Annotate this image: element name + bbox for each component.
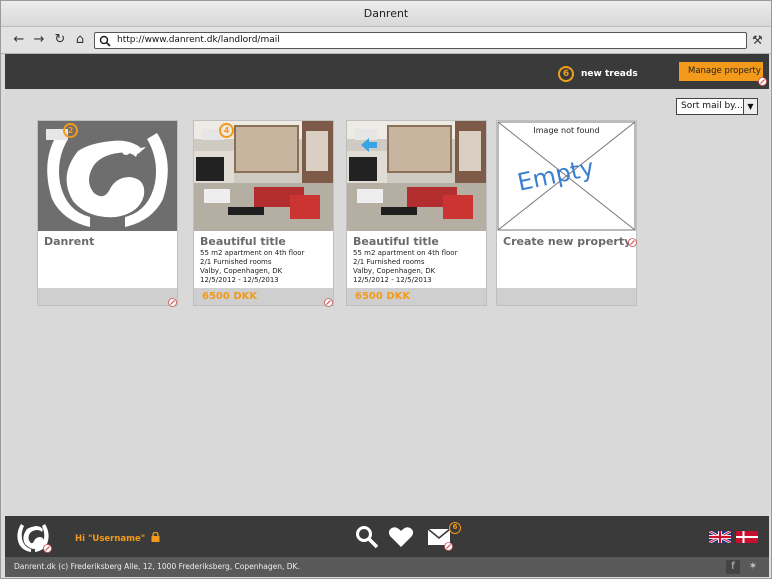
chevron-down-icon: ▼ (743, 99, 757, 114)
mail-content-area: Sort mail by... ▼ 2 Danrent 4 Beautiful … (5, 89, 769, 516)
link-annotation-icon (168, 298, 177, 307)
home-icon[interactable]: ⌂ (72, 32, 88, 48)
browser-window: Danrent ← → ↻ ⌂ http://www.danrent.dk/la… (0, 0, 772, 579)
card-title: Beautiful title (200, 235, 286, 248)
back-icon[interactable]: ← (11, 32, 27, 48)
footer: Danrent.dk (c) Frederiksberg Alle, 12, 1… (5, 557, 769, 577)
card-title: Danrent (44, 235, 95, 248)
card-details: 55 m2 apartment on 4th floor 2/1 Furnish… (200, 249, 304, 285)
twitter-icon[interactable]: ✶ (746, 560, 760, 574)
link-annotation-icon (444, 542, 453, 551)
create-property-label: Create new property (503, 235, 632, 248)
image-not-found-text: Image not found (533, 126, 600, 135)
forward-icon[interactable]: → (31, 32, 47, 48)
link-annotation-icon (324, 298, 333, 307)
wrench-icon[interactable]: ⚒ (752, 32, 766, 48)
address-bar[interactable]: http://www.danrent.dk/landlord/mail (94, 32, 747, 49)
card-location: Valby, Copenhagen, DK (200, 267, 283, 275)
card-footer (497, 288, 636, 305)
sort-mail-select[interactable]: Sort mail by... ▼ (676, 98, 758, 115)
card-details: 55 m2 apartment on 4th floor 2/1 Furnish… (353, 249, 457, 285)
card-location: Valby, Copenhagen, DK (353, 267, 436, 275)
top-bar: 6 new treads Manage property (5, 54, 769, 89)
sort-mail-value: Sort mail by... (681, 101, 743, 111)
apartment-photo: 4 (194, 121, 333, 231)
card-rooms: 2/1 Furnished rooms (200, 258, 272, 266)
uk-flag-icon[interactable] (709, 531, 731, 543)
user-greeting[interactable]: Hi "Username" (75, 531, 160, 544)
card-badge: 4 (219, 123, 234, 138)
card-badge: 2 (63, 123, 78, 138)
link-annotation-icon (758, 77, 767, 86)
card-dates: 12/5/2012 - 12/5/2013 (200, 276, 279, 284)
apartment-photo (347, 121, 486, 231)
window-title: Danrent (1, 1, 771, 27)
card-size: 55 m2 apartment on 4th floor (200, 249, 305, 257)
card-title: Beautiful title (353, 235, 439, 248)
bottom-nav-bar: Hi "Username" 6 (5, 516, 769, 557)
swan-logo-icon: 2 (38, 121, 177, 231)
user-greeting-text: Hi "Username" (75, 534, 146, 544)
danish-flag-icon[interactable] (736, 531, 758, 543)
property-card-danrent[interactable]: 2 Danrent (37, 120, 178, 307)
search-icon[interactable] (355, 525, 379, 549)
create-property-card[interactable]: Image not found Empty Create new propert… (496, 120, 637, 306)
new-threads-link[interactable]: new treads (581, 66, 638, 82)
property-card[interactable]: 4 Beautiful title 55 m2 apartment on 4th… (193, 120, 334, 307)
image-placeholder: Image not found Empty (497, 121, 636, 231)
reload-icon[interactable]: ↻ (52, 32, 68, 48)
heart-icon[interactable] (388, 526, 414, 548)
search-icon (99, 35, 111, 47)
copyright-text: Danrent.dk (c) Frederiksberg Alle, 12, 1… (14, 562, 300, 571)
browser-toolbar: ← → ↻ ⌂ http://www.danrent.dk/landlord/m… (1, 27, 771, 54)
threads-count-badge[interactable]: 6 (558, 66, 574, 82)
manage-property-button[interactable]: Manage property (679, 62, 767, 86)
link-annotation-icon (628, 238, 637, 247)
property-card[interactable]: Beautiful title 55 m2 apartment on 4th f… (346, 120, 487, 306)
link-annotation-icon (43, 544, 52, 553)
mail-count-badge: 6 (449, 522, 461, 534)
facebook-icon[interactable]: f (726, 560, 740, 574)
lock-icon (151, 531, 160, 542)
card-price: 6500 DKK (202, 291, 258, 302)
address-text: http://www.danrent.dk/landlord/mail (117, 35, 280, 45)
card-size: 55 m2 apartment on 4th floor (353, 249, 458, 257)
card-dates: 12/5/2012 - 12/5/2013 (353, 276, 432, 284)
card-rooms: 2/1 Furnished rooms (353, 258, 425, 266)
manage-property-label: Manage property (688, 66, 761, 76)
card-price: 6500 DKK (355, 291, 411, 302)
card-footer (38, 288, 177, 305)
